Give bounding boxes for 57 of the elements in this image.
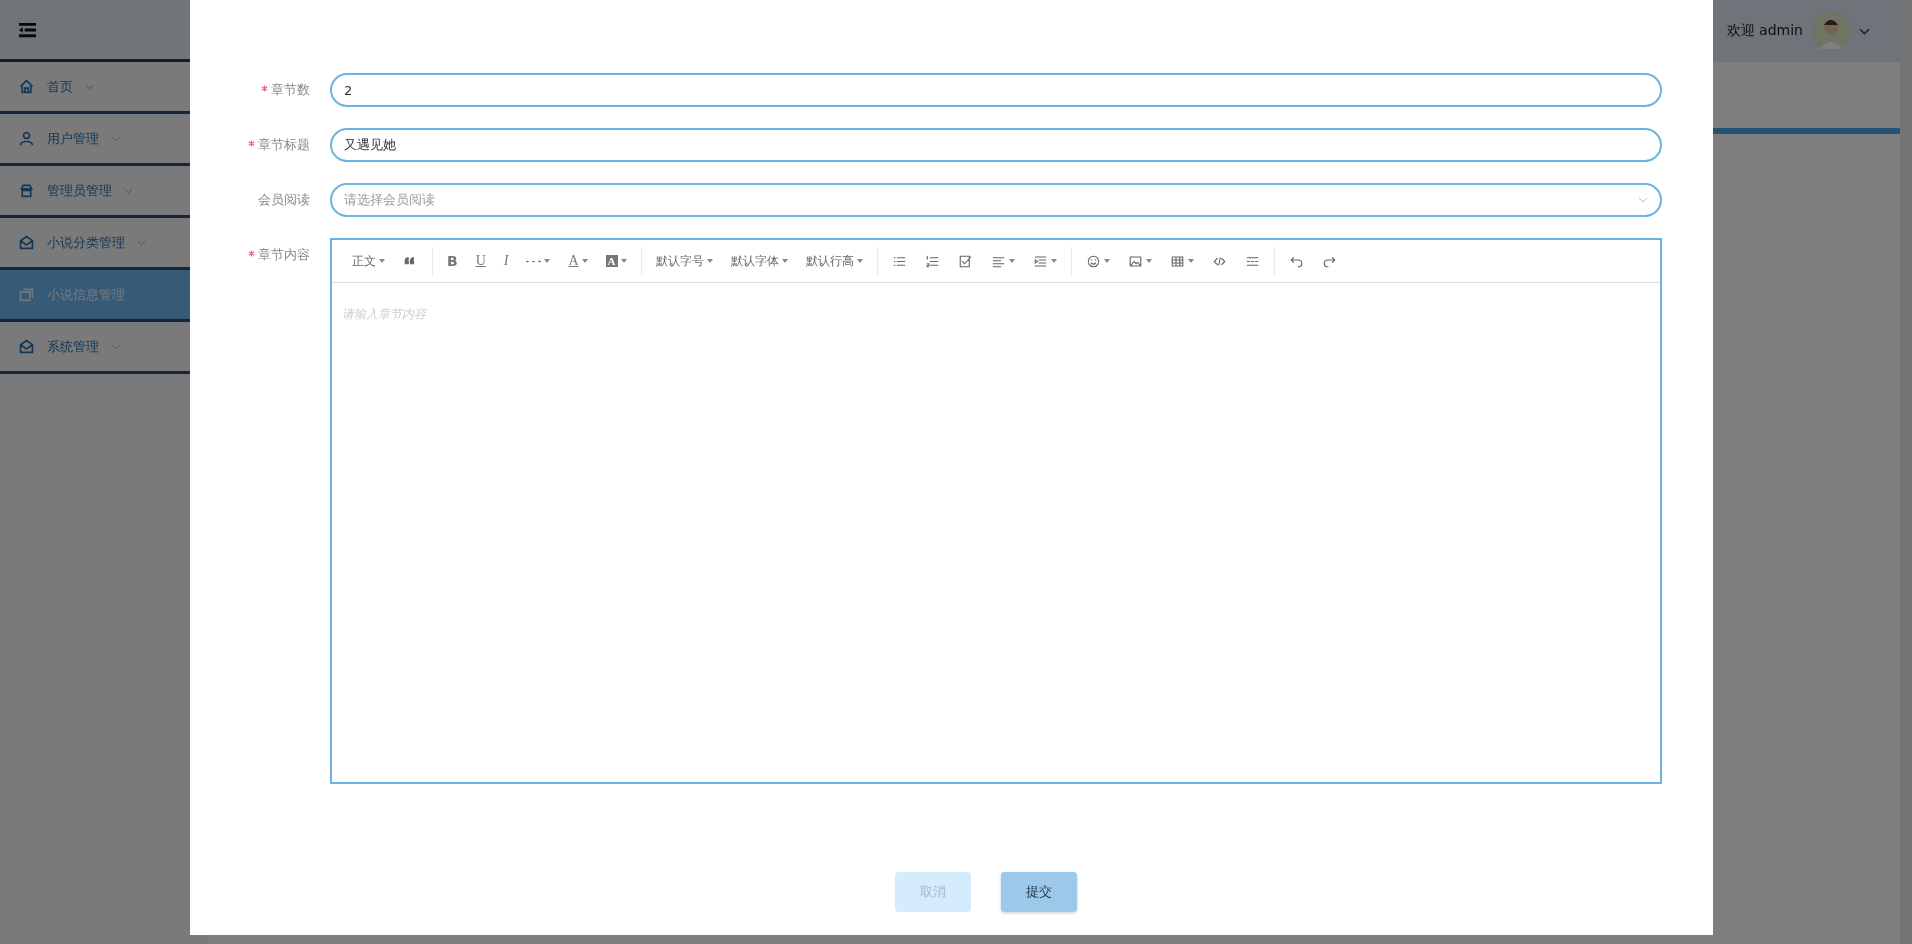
caret-icon [1050, 259, 1057, 263]
input-field[interactable]: 又遇见她 [330, 128, 1662, 162]
chevron-icon [111, 343, 120, 350]
caret-icon [1145, 259, 1152, 263]
folder-icon [18, 286, 35, 303]
submit-button[interactable]: 提交 [1001, 872, 1077, 912]
caret-icon [856, 259, 863, 263]
envelope-icon [18, 338, 35, 355]
input-field[interactable]: 2 [330, 73, 1662, 107]
caret-icon [1103, 259, 1110, 263]
caret-icon [620, 259, 627, 263]
chevron-icon [1638, 197, 1648, 203]
toolbar-button[interactable]: 默认字号 [647, 247, 721, 275]
toolbar-button[interactable]: B [439, 247, 466, 275]
scrollbar[interactable] [1900, 0, 1912, 944]
caret-icon [544, 259, 551, 263]
toolbar-button[interactable]: A [560, 247, 596, 275]
caret-icon [1008, 259, 1015, 263]
toolbar-button[interactable]: 正文 [344, 247, 393, 275]
caret-icon [581, 259, 588, 263]
caret-icon [1187, 259, 1194, 263]
user-icon [18, 130, 35, 147]
smiley-icon [1085, 253, 1101, 269]
envelope-icon [18, 234, 35, 251]
required-icon [261, 84, 268, 92]
checkbox-icon [957, 253, 973, 269]
avatar-icon[interactable] [1811, 11, 1851, 51]
menu-icon[interactable] [18, 21, 37, 38]
chevron-icon [137, 291, 146, 298]
toolbar-button[interactable]: I [495, 247, 517, 275]
chevron-icon [85, 83, 94, 90]
field-label: 章节内容 [258, 246, 310, 264]
required-icon [248, 249, 255, 257]
greeting-text: 欢迎 admin [1726, 22, 1803, 40]
image-icon [1127, 253, 1143, 269]
field-label: 章节数 [271, 81, 310, 99]
chevron-icon [111, 135, 120, 142]
toolbar-button[interactable]: A [597, 247, 635, 275]
numbered-list-icon [924, 253, 940, 269]
chevron-icon [137, 239, 146, 246]
indent-icon [1032, 253, 1048, 269]
select-field[interactable]: 请选择会员阅读 [330, 183, 1662, 217]
table-icon [1169, 253, 1185, 269]
person-icon [18, 182, 35, 199]
toolbar-button[interactable]: 默认字体 [722, 247, 796, 275]
field-label: 章节标题 [258, 136, 310, 154]
toolbar-button[interactable]: 默认行高 [797, 247, 871, 275]
caret-icon [706, 259, 713, 263]
caret-icon [379, 259, 385, 263]
toolbar-button[interactable]: U [467, 247, 494, 275]
chevron-icon[interactable] [1859, 27, 1870, 35]
more-icon [526, 259, 542, 263]
field-label: 会员阅读 [258, 191, 310, 209]
home-icon [18, 78, 35, 95]
chevron-icon [124, 187, 133, 194]
caret-icon [781, 259, 788, 263]
required-icon [248, 139, 255, 147]
